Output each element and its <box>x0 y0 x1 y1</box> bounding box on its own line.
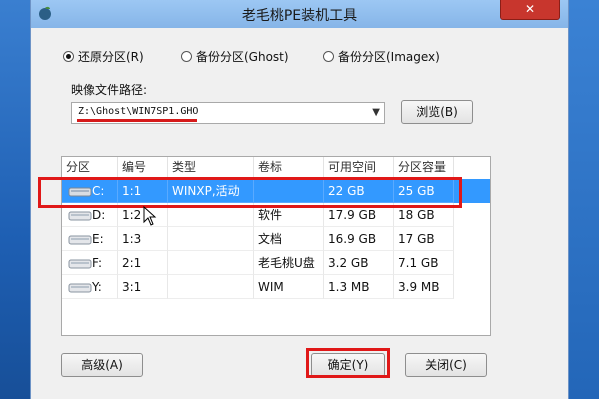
backup-imagex-label: 备份分区(Imagex) <box>338 50 440 64</box>
advanced-button[interactable]: 高级(A) <box>61 353 143 377</box>
chevron-down-icon[interactable]: ▼ <box>372 107 380 118</box>
column-header-type[interactable]: 类型 <box>168 157 254 177</box>
type-cell <box>168 251 254 275</box>
backup-ghost-radio[interactable] <box>181 51 192 62</box>
mode-backup-imagex-option[interactable]: 备份分区(Imagex) <box>323 48 440 65</box>
hard-disk-icon <box>68 235 92 245</box>
capacity-cell: 3.9 MB <box>394 275 454 299</box>
mouse-pointer-icon <box>143 206 157 226</box>
volume-cell: WIM <box>254 275 324 299</box>
mode-restore-option[interactable]: 还原分区(R) <box>63 48 144 65</box>
table-row[interactable]: E: 1:3 文档 16.9 GB 17 GB <box>62 227 490 251</box>
client-area: 还原分区(R) 备份分区(Ghost) 备份分区(Imagex) 映像文件路径:… <box>31 28 568 399</box>
column-header-capacity[interactable]: 分区容量 <box>394 157 454 177</box>
volume-cell: 文档 <box>254 227 324 251</box>
window-title: 老毛桃PE装机工具 <box>241 8 358 24</box>
path-annotation-underline <box>77 119 197 122</box>
number-cell: 3:1 <box>118 275 168 299</box>
number-cell: 2:1 <box>118 251 168 275</box>
partition-cell: E: <box>62 227 118 251</box>
drive-letter: Y: <box>92 280 102 294</box>
capacity-cell: 17 GB <box>394 227 454 251</box>
column-header-volume[interactable]: 卷标 <box>254 157 324 177</box>
image-path-label: 映像文件路径: <box>71 83 148 97</box>
free-space-cell: 16.9 GB <box>324 227 394 251</box>
hard-disk-icon <box>68 211 92 221</box>
mode-backup-ghost-option[interactable]: 备份分区(Ghost) <box>181 48 289 65</box>
drive-letter: F: <box>92 256 103 270</box>
hard-disk-icon <box>68 283 92 293</box>
number-cell: 1:3 <box>118 227 168 251</box>
capacity-cell: 7.1 GB <box>394 251 454 275</box>
close-button[interactable]: 关闭(C) <box>405 353 487 377</box>
table-header: 分区 编号 类型 卷标 可用空间 分区容量 <box>62 157 490 177</box>
type-cell <box>168 275 254 299</box>
drive-letter: E: <box>92 232 104 246</box>
free-space-cell: 1.3 MB <box>324 275 394 299</box>
pe-installer-window: 老毛桃PE装机工具 ✕ 还原分区(R) 备份分区(Ghost) 备份分区(Ima… <box>30 0 569 399</box>
desktop-background-right <box>569 0 599 399</box>
column-header-free[interactable]: 可用空间 <box>324 157 394 177</box>
table-row[interactable]: Y: 3:1 WIM 1.3 MB 3.9 MB <box>62 275 490 299</box>
browse-button[interactable]: 浏览(B) <box>401 100 473 124</box>
restore-label: 还原分区(R) <box>78 50 144 64</box>
selected-row-annotation <box>38 177 462 208</box>
hard-disk-icon <box>68 259 92 269</box>
window-close-button[interactable]: ✕ <box>500 0 560 20</box>
table-row[interactable]: F: 2:1 老毛桃U盘 3.2 GB 7.1 GB <box>62 251 490 275</box>
backup-imagex-radio[interactable] <box>323 51 334 62</box>
ok-button-annotation <box>306 348 390 378</box>
free-space-cell: 3.2 GB <box>324 251 394 275</box>
volume-cell: 老毛桃U盘 <box>254 251 324 275</box>
column-header-partition[interactable]: 分区 <box>62 157 118 177</box>
column-header-number[interactable]: 编号 <box>118 157 168 177</box>
partition-cell: Y: <box>62 275 118 299</box>
type-cell <box>168 227 254 251</box>
desktop-background-left <box>0 0 30 399</box>
image-path-value: Z:\Ghost\WIN7SP1.GHO <box>78 106 199 117</box>
backup-ghost-label: 备份分区(Ghost) <box>196 50 289 64</box>
restore-radio[interactable] <box>63 51 74 62</box>
partition-cell: F: <box>62 251 118 275</box>
title-bar[interactable]: 老毛桃PE装机工具 ✕ <box>31 0 568 28</box>
